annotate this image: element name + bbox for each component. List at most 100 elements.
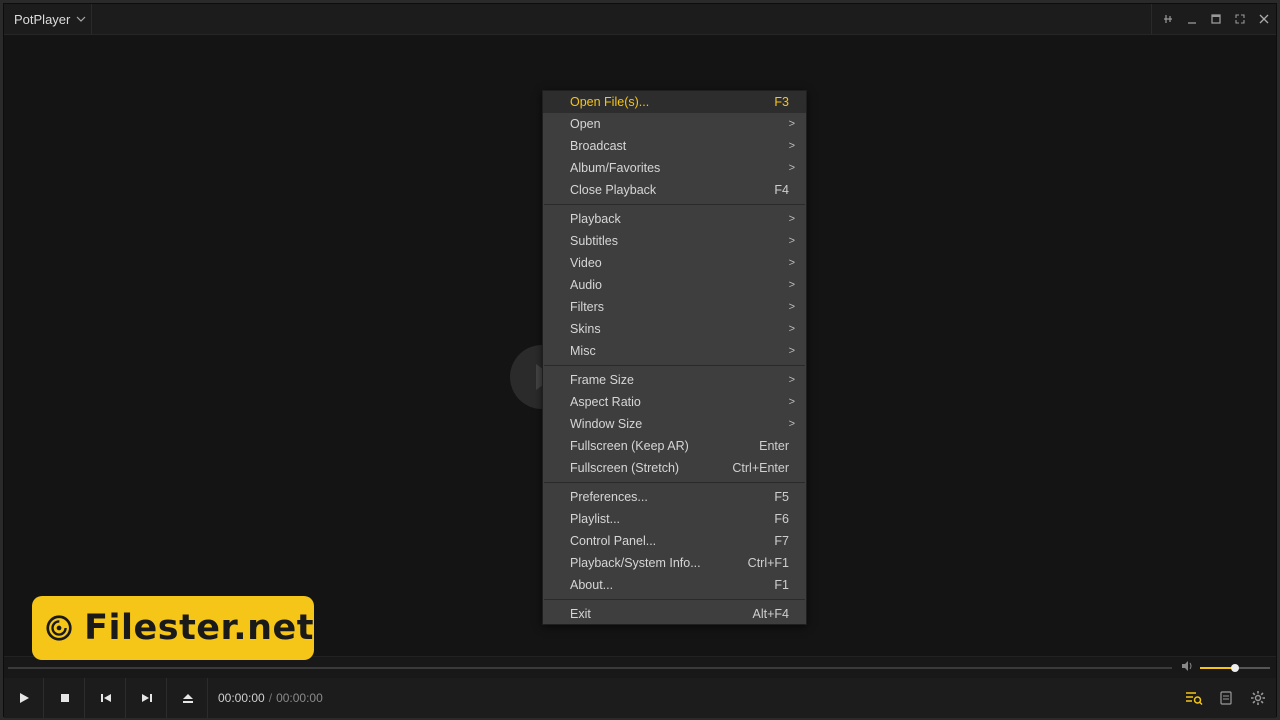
menu-item-label: Preferences... — [570, 490, 648, 504]
title-bar: PotPlayer — [4, 4, 1276, 35]
pin-icon[interactable] — [1156, 7, 1180, 31]
menu-item-subtitles[interactable]: Subtitles > — [543, 230, 806, 252]
menu-item-broadcast[interactable]: Broadcast > — [543, 135, 806, 157]
menu-item-label: Audio — [570, 278, 602, 292]
menu-separator — [543, 479, 806, 486]
menu-item-shortcut: F4 — [774, 183, 789, 197]
previous-button[interactable] — [86, 678, 126, 718]
context-menu: Open File(s)... F3 Open > Broadcast > Album/Fa… — [542, 90, 807, 625]
volume-icon[interactable] — [1180, 659, 1194, 676]
menu-item-control-panel[interactable]: Control Panel... F7 — [543, 530, 806, 552]
menu-item-window-size[interactable]: Window Size > — [543, 413, 806, 435]
filester-watermark: Filester.net — [32, 596, 314, 660]
submenu-arrow-icon: > — [788, 418, 795, 430]
playlist-icon[interactable] — [1210, 678, 1242, 718]
menu-item-label: Frame Size — [570, 373, 634, 387]
menu-item-label: Aspect Ratio — [570, 395, 641, 409]
menu-item-shortcut: F6 — [774, 512, 789, 526]
menu-item-shortcut: F1 — [774, 578, 789, 592]
chevron-down-icon — [76, 14, 86, 25]
menu-item-open-file-s[interactable]: Open File(s)... F3 — [543, 91, 806, 113]
submenu-arrow-icon: > — [788, 323, 795, 335]
eject-button[interactable] — [168, 678, 208, 718]
menu-item-shortcut: F3 — [774, 95, 789, 109]
menu-item-label: Subtitles — [570, 234, 618, 248]
control-bar: 00:00:00/00:00:00 — [4, 678, 1276, 718]
fullscreen-icon[interactable] — [1228, 7, 1252, 31]
next-button[interactable] — [127, 678, 167, 718]
menu-item-label: Open — [570, 117, 601, 131]
menu-item-skins[interactable]: Skins > — [543, 318, 806, 340]
volume-fill — [1200, 667, 1235, 669]
menu-item-label: Open File(s)... — [570, 95, 650, 109]
settings-gear-icon[interactable] — [1242, 678, 1274, 718]
submenu-arrow-icon: > — [788, 257, 795, 269]
submenu-arrow-icon: > — [788, 235, 795, 247]
menu-item-label: Skins — [570, 322, 601, 336]
duration: 00:00:00 — [276, 691, 323, 705]
menu-item-label: Close Playback — [570, 183, 657, 197]
play-button[interactable] — [4, 678, 44, 718]
current-time: 00:00:00 — [218, 691, 265, 705]
close-icon[interactable] — [1252, 7, 1276, 31]
submenu-arrow-icon: > — [788, 301, 795, 313]
menu-item-exit[interactable]: Exit Alt+F4 — [543, 603, 806, 625]
submenu-arrow-icon: > — [788, 396, 795, 408]
app-menu-button[interactable]: PotPlayer — [4, 4, 92, 34]
watermark-text: Filester.net — [84, 608, 314, 648]
time-separator: / — [268, 691, 273, 705]
filester-logo-icon — [46, 615, 72, 641]
menu-item-label: Misc — [570, 344, 596, 358]
menu-item-label: Exit — [570, 607, 591, 621]
menu-item-label: Video — [570, 256, 602, 270]
menu-item-label: Playback/System Info... — [570, 556, 701, 570]
menu-item-label: About... — [570, 578, 614, 592]
window-controls — [1151, 4, 1276, 34]
minimize-icon[interactable] — [1180, 7, 1204, 31]
menu-item-filters[interactable]: Filters > — [543, 296, 806, 318]
menu-item-album-favorites[interactable]: Album/Favorites > — [543, 157, 806, 179]
menu-separator — [543, 362, 806, 369]
menu-item-label: Playback — [570, 212, 621, 226]
menu-item-label: Broadcast — [570, 139, 627, 153]
menu-item-label: Window Size — [570, 417, 643, 431]
menu-item-label: Playlist... — [570, 512, 621, 526]
menu-item-label: Fullscreen (Stretch) — [570, 461, 680, 475]
menu-item-playback-system-info[interactable]: Playback/System Info... Ctrl+F1 — [543, 552, 806, 574]
menu-item-fullscreen-keep-ar[interactable]: Fullscreen (Keep AR) Enter — [543, 435, 806, 457]
menu-item-frame-size[interactable]: Frame Size > — [543, 369, 806, 391]
menu-item-label: Album/Favorites — [570, 161, 661, 175]
menu-item-aspect-ratio[interactable]: Aspect Ratio > — [543, 391, 806, 413]
menu-item-audio[interactable]: Audio > — [543, 274, 806, 296]
menu-item-about[interactable]: About... F1 — [543, 574, 806, 596]
menu-item-misc[interactable]: Misc > — [543, 340, 806, 362]
menu-item-playlist[interactable]: Playlist... F6 — [543, 508, 806, 530]
menu-separator — [543, 201, 806, 208]
menu-item-fullscreen-stretch[interactable]: Fullscreen (Stretch) Ctrl+Enter — [543, 457, 806, 479]
submenu-arrow-icon: > — [788, 279, 795, 291]
menu-item-label: Fullscreen (Keep AR) — [570, 439, 689, 453]
menu-item-shortcut: Ctrl+F1 — [747, 556, 789, 570]
menu-item-video[interactable]: Video > — [543, 252, 806, 274]
playlist-search-icon[interactable] — [1178, 678, 1210, 718]
menu-item-playback[interactable]: Playback > — [543, 208, 806, 230]
menu-item-open[interactable]: Open > — [543, 113, 806, 135]
menu-item-shortcut: Alt+F4 — [752, 607, 789, 621]
submenu-arrow-icon: > — [788, 162, 795, 174]
menu-item-preferences[interactable]: Preferences... F5 — [543, 486, 806, 508]
volume-knob[interactable] — [1231, 664, 1239, 672]
seek-bar[interactable] — [8, 667, 1172, 669]
time-display: 00:00:00/00:00:00 — [218, 678, 323, 718]
menu-item-shortcut: Enter — [759, 439, 789, 453]
submenu-arrow-icon: > — [788, 213, 795, 225]
menu-item-close-playback[interactable]: Close Playback F4 — [543, 179, 806, 201]
maximize-icon[interactable] — [1204, 7, 1228, 31]
submenu-arrow-icon: > — [788, 118, 795, 130]
menu-item-shortcut: F5 — [774, 490, 789, 504]
stop-button[interactable] — [45, 678, 85, 718]
menu-item-label: Control Panel... — [570, 534, 657, 548]
menu-item-shortcut: F7 — [774, 534, 789, 548]
volume-slider[interactable] — [1200, 664, 1270, 672]
submenu-arrow-icon: > — [788, 140, 795, 152]
menu-item-label: Filters — [570, 300, 605, 314]
